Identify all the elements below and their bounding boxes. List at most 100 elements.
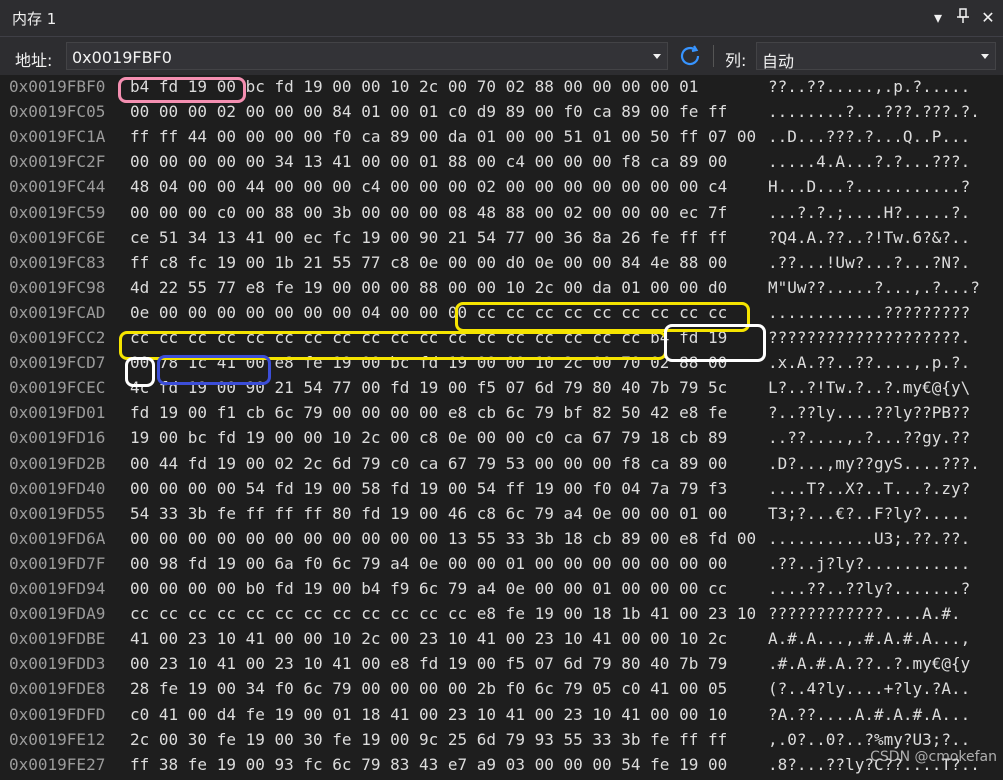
- memory-row[interactable]: 0x0019FDE8 28 fe 19 00 34 f0 6c 79 00 00 …: [0, 679, 1003, 704]
- row-hex-bytes[interactable]: 00 78 1c 41 00 e8 fe 19 00 bc fd 19 00 0…: [130, 353, 727, 372]
- memory-row[interactable]: 0x0019FD55 54 33 3b fe ff ff ff 80 fd 19 …: [0, 504, 1003, 529]
- memory-row[interactable]: 0x0019FC1A ff ff 44 00 00 00 00 f0 ca 89 …: [0, 127, 1003, 152]
- row-hex-bytes[interactable]: 41 00 23 10 41 00 00 10 2c 00 23 10 41 0…: [130, 629, 727, 648]
- row-ascii[interactable]: ?..??ly....??ly??PB??: [768, 403, 970, 422]
- row-address: 0x0019FDA9: [9, 604, 106, 624]
- row-hex-bytes[interactable]: 54 33 3b fe ff ff ff 80 fd 19 00 46 c8 6…: [130, 504, 727, 523]
- row-hex-bytes[interactable]: 00 00 00 00 00 00 00 00 00 00 00 13 55 3…: [130, 529, 756, 548]
- memory-row[interactable]: 0x0019FD01 fd 19 00 f1 cb 6c 79 00 00 00 …: [0, 403, 1003, 428]
- memory-row[interactable]: 0x0019FD2B 00 44 fd 19 00 02 2c 6d 79 c0 …: [0, 454, 1003, 479]
- row-ascii[interactable]: ....??..??ly?.......?: [768, 579, 970, 598]
- row-hex-bytes[interactable]: 48 04 00 00 44 00 00 00 c4 00 00 00 02 0…: [130, 177, 727, 196]
- chevron-down-icon[interactable]: [653, 54, 661, 59]
- row-hex-bytes[interactable]: fd 19 00 f1 cb 6c 79 00 00 00 00 e8 cb 6…: [130, 403, 727, 422]
- row-hex-bytes[interactable]: 4d 22 55 77 e8 fe 19 00 00 00 88 00 00 1…: [130, 278, 727, 297]
- row-ascii[interactable]: .D?...,my??gyS....???.: [768, 454, 980, 473]
- row-hex-bytes[interactable]: 00 00 00 00 00 34 13 41 00 00 01 88 00 c…: [130, 152, 727, 171]
- memory-row[interactable]: 0x0019FC83 ff c8 fc 19 00 1b 21 55 77 c8 …: [0, 253, 1003, 278]
- row-hex-bytes[interactable]: ff 38 fe 19 00 93 fc 6c 79 83 43 e7 a9 0…: [130, 755, 727, 774]
- row-hex-bytes[interactable]: 00 98 fd 19 00 6a f0 6c 79 a4 0e 00 00 0…: [130, 554, 727, 573]
- row-ascii[interactable]: H...D...?...........?: [768, 177, 970, 196]
- memory-row[interactable]: 0x0019FCEC 4c fd 19 00 90 21 54 77 00 fd …: [0, 378, 1003, 403]
- row-hex-bytes[interactable]: 2c 00 30 fe 19 00 30 fe 19 00 9c 25 6d 7…: [130, 730, 727, 749]
- row-hex-bytes[interactable]: 4c fd 19 00 90 21 54 77 00 fd 19 00 f5 0…: [130, 378, 727, 397]
- row-hex-bytes[interactable]: 19 00 bc fd 19 00 00 10 2c 00 c8 0e 00 0…: [130, 428, 727, 447]
- row-ascii[interactable]: (?..4?ly....+?ly.?A..: [768, 679, 970, 698]
- memory-row[interactable]: 0x0019FC05 00 00 00 02 00 00 00 84 01 00 …: [0, 102, 1003, 127]
- memory-row[interactable]: 0x0019FC98 4d 22 55 77 e8 fe 19 00 00 00 …: [0, 278, 1003, 303]
- row-address: 0x0019FDE8: [9, 679, 106, 699]
- memory-row[interactable]: 0x0019FD7F 00 98 fd 19 00 6a f0 6c 79 a4 …: [0, 554, 1003, 579]
- memory-row[interactable]: 0x0019FE12 2c 00 30 fe 19 00 30 fe 19 00 …: [0, 730, 1003, 755]
- row-ascii[interactable]: M"Uw??.....?...,.?...?: [768, 278, 980, 297]
- memory-row[interactable]: 0x0019FD40 00 00 00 00 54 fd 19 00 58 fd …: [0, 479, 1003, 504]
- row-ascii[interactable]: .??..j?ly?...........: [768, 554, 970, 573]
- row-ascii[interactable]: .x.A.??..??....,.p.?.: [768, 353, 970, 372]
- memory-row[interactable]: 0x0019FD16 19 00 bc fd 19 00 00 10 2c 00 …: [0, 428, 1003, 453]
- memory-row[interactable]: 0x0019FDFD c0 41 00 d4 fe 19 00 01 18 41 …: [0, 705, 1003, 730]
- row-ascii[interactable]: .??...!Uw?...?...?N?.: [768, 253, 970, 272]
- memory-row[interactable]: 0x0019FC44 48 04 00 00 44 00 00 00 c4 00 …: [0, 177, 1003, 202]
- memory-row[interactable]: 0x0019FCC2 cc cc cc cc cc cc cc cc cc cc …: [0, 328, 1003, 353]
- row-ascii[interactable]: .....4.A...?.?...???.: [768, 152, 970, 171]
- row-hex-bytes[interactable]: b4 fd 19 00 bc fd 19 00 00 10 2c 00 70 0…: [130, 77, 698, 96]
- memory-grid[interactable]: 0x0019FBF0 b4 fd 19 00 bc fd 19 00 00 10 …: [0, 75, 1003, 777]
- row-ascii[interactable]: ..D...???.?...Q..P...: [768, 127, 970, 146]
- row-ascii[interactable]: ,.0?..0?..?%my?U3;?..: [768, 730, 970, 749]
- memory-row[interactable]: 0x0019FC59 00 00 00 c0 00 88 00 3b 00 00 …: [0, 203, 1003, 228]
- row-hex-bytes[interactable]: c0 41 00 d4 fe 19 00 01 18 41 00 23 10 4…: [130, 705, 727, 724]
- row-hex-bytes[interactable]: 00 44 fd 19 00 02 2c 6d 79 c0 ca 67 79 5…: [130, 454, 727, 473]
- row-ascii[interactable]: ?Q4.A.??..?!Tw.6?&?..: [768, 228, 970, 247]
- row-ascii[interactable]: T3;?...€?..F?ly?.....: [768, 504, 970, 523]
- dropdown-icon[interactable]: ▾: [928, 8, 948, 27]
- row-hex-bytes[interactable]: ce 51 34 13 41 00 ec fc 19 00 90 21 54 7…: [130, 228, 727, 247]
- column-select[interactable]: 自动: [756, 42, 996, 71]
- row-ascii[interactable]: ....T?..X?..T...?.zy?: [768, 479, 970, 498]
- row-hex-bytes[interactable]: 00 23 10 41 00 23 10 41 00 e8 fd 19 00 f…: [130, 654, 727, 673]
- row-ascii[interactable]: ............?????????: [768, 303, 970, 322]
- row-ascii[interactable]: ........?...???.???.?.: [768, 102, 980, 121]
- row-ascii[interactable]: ????????????????????.: [768, 328, 970, 347]
- memory-row[interactable]: 0x0019FDBE 41 00 23 10 41 00 00 10 2c 00 …: [0, 629, 1003, 654]
- row-hex-bytes[interactable]: 00 00 00 c0 00 88 00 3b 00 00 00 08 48 8…: [130, 203, 727, 222]
- memory-row[interactable]: 0x0019FD94 00 00 00 00 b0 fd 19 00 b4 f9 …: [0, 579, 1003, 604]
- row-hex-bytes[interactable]: 00 00 00 02 00 00 00 84 01 00 01 c0 d9 8…: [130, 102, 727, 121]
- row-address: 0x0019FD6A: [9, 528, 106, 548]
- pin-icon[interactable]: [953, 8, 973, 28]
- memory-row[interactable]: 0x0019FCAD 0e 00 00 00 00 00 00 00 04 00 …: [0, 303, 1003, 328]
- row-ascii[interactable]: .#.A.#.A.??..?.my€@{y: [768, 654, 970, 673]
- row-hex-bytes[interactable]: cc cc cc cc cc cc cc cc cc cc cc cc cc c…: [130, 328, 727, 347]
- row-ascii[interactable]: ??..??.....,.p.?.....: [768, 77, 970, 96]
- memory-row[interactable]: 0x0019FDA9 cc cc cc cc cc cc cc cc cc cc …: [0, 604, 1003, 629]
- memory-row[interactable]: 0x0019FCD7 00 78 1c 41 00 e8 fe 19 00 bc …: [0, 353, 1003, 378]
- row-ascii[interactable]: ?A.??....A.#.A.#.A...: [768, 705, 970, 724]
- row-hex-bytes[interactable]: 28 fe 19 00 34 f0 6c 79 00 00 00 00 2b f…: [130, 679, 727, 698]
- row-hex-bytes[interactable]: 00 00 00 00 54 fd 19 00 58 fd 19 00 54 f…: [130, 479, 727, 498]
- row-hex-bytes[interactable]: ff ff 44 00 00 00 00 f0 ca 89 00 da 01 0…: [130, 127, 756, 146]
- row-ascii[interactable]: L?..?!Tw.?..?.my€@{y\: [768, 378, 970, 397]
- toolbar-divider: [713, 45, 714, 67]
- refresh-icon[interactable]: [677, 43, 703, 69]
- row-address: 0x0019FE12: [9, 729, 106, 749]
- row-hex-bytes[interactable]: cc cc cc cc cc cc cc cc cc cc cc cc e8 f…: [130, 604, 756, 623]
- address-input[interactable]: 0x0019FBF0: [66, 42, 668, 70]
- row-address: 0x0019FC1A: [9, 127, 106, 147]
- row-ascii[interactable]: ...?.?.;....H?.....?.: [768, 203, 970, 222]
- row-hex-bytes[interactable]: 0e 00 00 00 00 00 00 00 04 00 00 00 cc c…: [130, 303, 727, 322]
- row-hex-bytes[interactable]: ff c8 fc 19 00 1b 21 55 77 c8 0e 00 00 d…: [130, 253, 727, 272]
- memory-row[interactable]: 0x0019FE27 ff 38 fe 19 00 93 fc 6c 79 83 …: [0, 755, 1003, 780]
- chevron-down-icon[interactable]: [981, 54, 989, 59]
- close-icon[interactable]: ✕: [978, 8, 998, 27]
- row-hex-bytes[interactable]: 00 00 00 00 b0 fd 19 00 b4 f9 6c 79 a4 0…: [130, 579, 727, 598]
- row-ascii[interactable]: ...........U3;.??.??.: [768, 529, 970, 548]
- row-ascii[interactable]: ????????????....A.#.: [768, 604, 961, 623]
- memory-row[interactable]: 0x0019FDD3 00 23 10 41 00 23 10 41 00 e8 …: [0, 654, 1003, 679]
- memory-row[interactable]: 0x0019FC2F 00 00 00 00 00 34 13 41 00 00 …: [0, 152, 1003, 177]
- column-label: 列:: [725, 51, 747, 70]
- memory-row[interactable]: 0x0019FBF0 b4 fd 19 00 bc fd 19 00 00 10 …: [0, 77, 1003, 102]
- row-address: 0x0019FC2F: [9, 152, 106, 172]
- row-ascii[interactable]: A.#.A...,.#.A.#.A...,: [768, 629, 970, 648]
- memory-row[interactable]: 0x0019FC6E ce 51 34 13 41 00 ec fc 19 00 …: [0, 228, 1003, 253]
- row-ascii[interactable]: ..??....,.?...??gy.??: [768, 428, 970, 447]
- memory-row[interactable]: 0x0019FD6A 00 00 00 00 00 00 00 00 00 00 …: [0, 529, 1003, 554]
